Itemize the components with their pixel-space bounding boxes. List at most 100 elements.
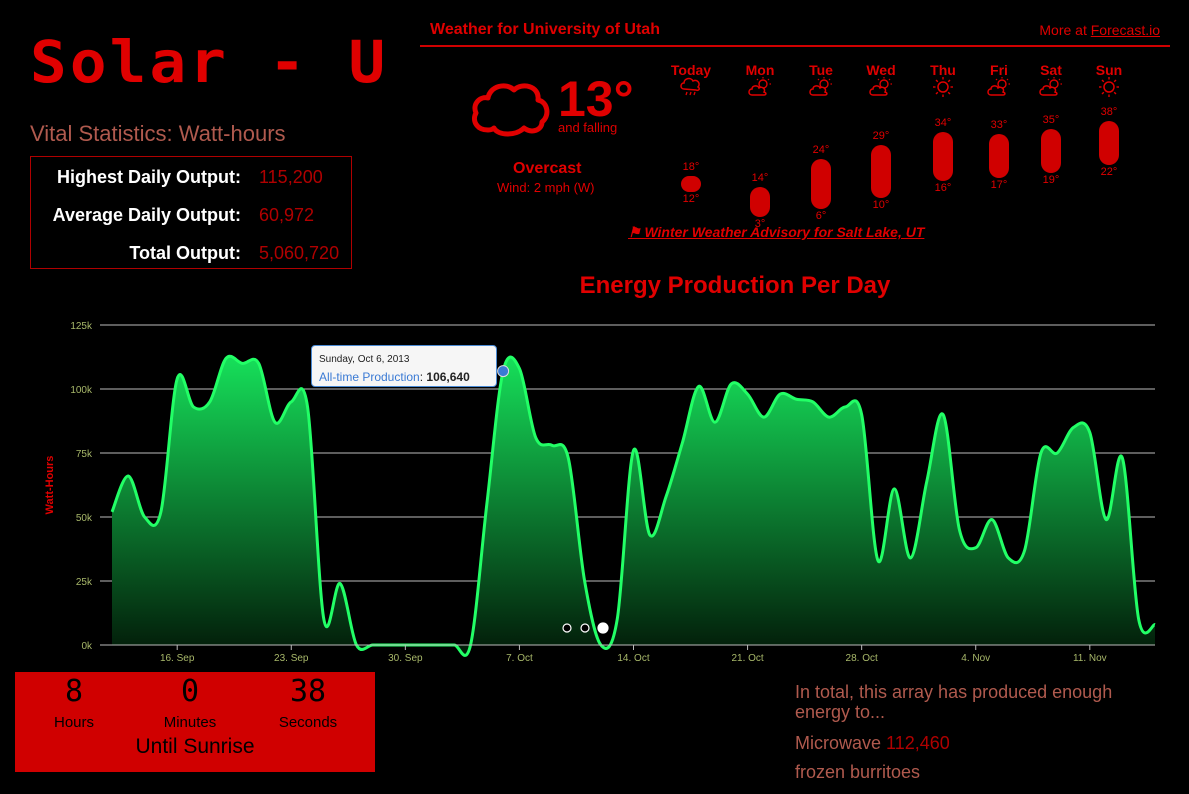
stat-label: Highest Daily Output: <box>57 167 241 187</box>
chart-title: Energy Production Per Day <box>579 272 891 299</box>
temperature-trend: and falling <box>558 120 618 135</box>
countdown-hours-label: Hours <box>53 714 94 731</box>
cloud-icon <box>472 83 550 137</box>
partly-cloudy-icon <box>748 77 771 96</box>
forecast-day-sat: Sat 35° 19° <box>1021 62 1081 186</box>
partly-cloudy-icon <box>809 77 832 96</box>
stat-value: 115,200 <box>259 167 323 187</box>
countdown-minutes-label: Minutes <box>163 714 217 731</box>
temperature-range-bar <box>989 134 1009 179</box>
countdown-hours: 8 <box>64 674 84 709</box>
forecast-io-link[interactable]: Forecast.io <box>1091 22 1160 38</box>
y-tick-label: 125k <box>70 321 93 332</box>
stat-label: Average Daily Output: <box>52 205 241 225</box>
hovered-data-point <box>497 365 510 378</box>
forecast-day-mon: Mon 14° 3° <box>730 62 790 230</box>
y-tick-label: 0k <box>81 641 93 652</box>
stat-label: Total Output: <box>129 243 241 263</box>
forecast-day-tue: Tue 24° 6° <box>791 62 851 222</box>
weather-title: Weather for University of Utah <box>430 21 660 38</box>
partly-cloudy-icon <box>869 77 892 96</box>
temperature-range-bar <box>681 175 701 192</box>
weather-advisory-link[interactable]: ⚑ Winter Weather Advisory for Salt Lake,… <box>628 224 924 241</box>
temperature-range-bar <box>933 131 953 181</box>
forecast-low: 16° <box>934 182 952 194</box>
forecast-high: 35° <box>1042 113 1060 126</box>
app-title: Solar - U <box>30 28 389 96</box>
forecast-day-today: Today 18° 12° <box>661 62 721 205</box>
tooltip-date: Sunday, Oct 6, 2013 <box>319 354 410 365</box>
sun-icon <box>933 77 953 97</box>
stat-row-total: Total Output: 5,060,720 <box>31 243 351 273</box>
y-axis-label: Watt-Hours <box>44 456 56 515</box>
y-tick-label: 100k <box>70 385 93 396</box>
stat-row-highest: Highest Daily Output: 115,200 <box>31 167 351 197</box>
x-tick-label: 11. Nov <box>1073 653 1107 664</box>
forecast-high: 34° <box>934 116 952 129</box>
chart-tooltip: Sunday, Oct 6, 2013 All-time Production:… <box>311 345 497 387</box>
countdown-seconds: 38 <box>289 674 327 709</box>
countdown-seconds-label: Seconds <box>278 714 338 731</box>
temperature-range-bar <box>1041 128 1061 173</box>
partly-cloudy-icon <box>1039 77 1062 96</box>
x-tick-label: 14. Oct <box>617 653 649 664</box>
vital-stats-box: Highest Daily Output: 115,200 Average Da… <box>30 156 352 269</box>
forecast-day-thu: Thu 34° 16° <box>913 62 973 194</box>
stat-value: 5,060,720 <box>259 243 340 263</box>
carousel-dot[interactable] <box>562 623 572 633</box>
x-tick-label: 30. Sep <box>388 653 423 664</box>
totals-item: Microwave 112,460 <box>795 733 950 754</box>
forecast-high: 29° <box>872 130 890 143</box>
x-tick-label: 4. Nov <box>961 653 990 664</box>
y-tick-label: 50k <box>76 513 93 524</box>
forecast-credit: More at Forecast.io <box>1039 22 1160 38</box>
stat-row-average: Average Daily Output: 60,972 <box>31 205 351 235</box>
x-tick-label: 7. Oct <box>506 653 533 664</box>
sunrise-countdown: 8 0 38 Hours Minutes Seconds Until Sunri… <box>15 672 375 772</box>
rain-icon <box>680 77 700 96</box>
forecast-high: 18° <box>682 160 700 173</box>
partly-cloudy-icon <box>987 77 1010 96</box>
forecast-low: 12° <box>682 193 700 205</box>
tooltip-series: All-time Production <box>319 370 420 384</box>
totals-item-prefix: Microwave <box>795 733 882 753</box>
x-tick-label: 23. Sep <box>274 653 309 664</box>
energy-chart[interactable]: 0k 25k 50k 75k 100k 125k Watt-Hours 16. Sep 23. … <box>0 310 1189 670</box>
countdown-minutes: 0 <box>180 674 200 709</box>
forecast-day-fri: Fri 33° 17° <box>969 62 1029 191</box>
forecast-low: 22° <box>1100 165 1118 178</box>
y-tick-label: 25k <box>76 577 93 588</box>
carousel-dot[interactable] <box>597 622 609 634</box>
forecast-high: 14° <box>751 171 769 184</box>
temperature-range-bar <box>750 186 770 217</box>
temperature-range-bar <box>1099 120 1119 165</box>
tooltip-line: All-time Production: 106,640 <box>319 370 470 384</box>
forecast-high: 38° <box>1100 105 1118 118</box>
totals-item-suffix: frozen burritoes <box>795 762 921 782</box>
forecast-high: 33° <box>990 119 1008 132</box>
wind-info: Wind: 2 mph (W) <box>497 180 595 195</box>
sun-icon <box>1099 77 1119 97</box>
stat-value: 60,972 <box>259 205 315 225</box>
forecast-credit-prefix: More at <box>1039 22 1091 38</box>
forecast-high: 24° <box>812 144 830 156</box>
forecast-low: 6° <box>815 209 827 222</box>
temperature-range-bar <box>871 145 891 198</box>
countdown-caption: Until Sunrise <box>135 735 255 758</box>
forecast-low: 19° <box>1042 173 1060 186</box>
forecast-day-wed: Wed 29° 10° <box>851 62 911 211</box>
x-tick-label: 28. Oct <box>846 653 878 664</box>
x-tick-label: 16. Sep <box>160 653 195 664</box>
totals-intro: In total, this array has produced enough… <box>795 682 1113 722</box>
x-tick-label: 21. Oct <box>731 653 763 664</box>
y-tick-label: 75k <box>76 449 93 460</box>
vital-stats-heading: Vital Statistics: Watt-hours <box>30 121 286 146</box>
carousel-dot[interactable] <box>580 623 590 633</box>
forecast-low: 17° <box>990 179 1008 192</box>
totals-count: 112,460 <box>886 733 950 753</box>
current-condition: Overcast <box>513 160 582 177</box>
tooltip-value: 106,640 <box>426 370 470 384</box>
temperature-range-bar <box>811 159 831 209</box>
forecast-low: 10° <box>872 198 890 211</box>
forecast-day-sun: Sun 38° 22° <box>1079 62 1139 178</box>
